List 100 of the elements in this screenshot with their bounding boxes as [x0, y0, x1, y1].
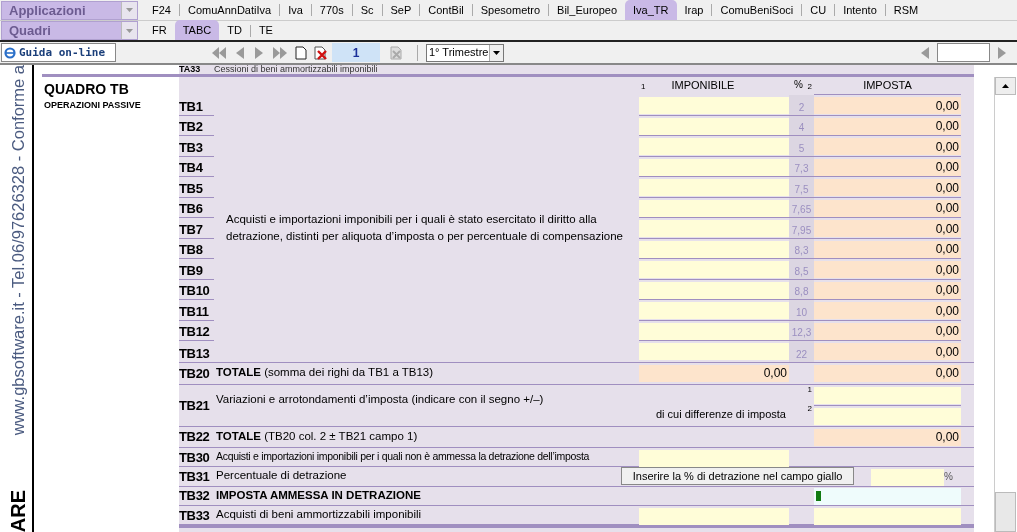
row-code: TB12: [179, 325, 210, 338]
input-field[interactable]: [639, 158, 789, 176]
input-field[interactable]: [639, 322, 789, 340]
tab[interactable]: ContBil: [420, 0, 472, 21]
period-dropdown[interactable]: 1° Trimestre: [426, 43, 505, 62]
rate-label: 10: [795, 305, 808, 320]
text-cursor: [816, 491, 821, 501]
input-field[interactable]: 0,00: [814, 179, 961, 196]
scroll-thumb[interactable]: [995, 492, 1016, 532]
row-code: TB5: [179, 181, 203, 195]
previous-page-icon[interactable]: [234, 45, 246, 60]
row-code: TB7: [179, 222, 203, 236]
tab[interactable]: F24: [144, 0, 179, 21]
row-description: Cessioni di beni ammortizzabili imponibili: [214, 65, 378, 74]
tab[interactable]: FR: [144, 20, 175, 41]
first-page-icon[interactable]: [211, 45, 227, 60]
row-code: TB31: [179, 469, 210, 484]
tab[interactable]: Bil_Europeo: [549, 0, 626, 21]
row-code: TB9: [179, 263, 203, 277]
rate-description: Acquisti e importazioni imponibili per i quali è stato esercitato il diritto alla detrazione, distinti per aliquota d’imposta o per percentuale di compensazione: [226, 212, 624, 245]
row-code: TB13: [179, 346, 210, 360]
rate-label: 12,3: [791, 326, 812, 340]
tab[interactable]: TABC: [174, 20, 220, 41]
tab[interactable]: Iva_TR: [625, 0, 677, 21]
input-field[interactable]: [639, 138, 789, 155]
input-field[interactable]: 0,00: [814, 199, 961, 217]
input-field[interactable]: [814, 487, 961, 505]
input-field[interactable]: 0,00: [814, 158, 961, 176]
input-field[interactable]: [639, 199, 789, 217]
field-number: 1: [807, 385, 812, 394]
vertical-contact-text: www.gbsoftware.it - Tel.06/97626328 - Conforme a: [7, 65, 28, 436]
row-code: TB32: [179, 489, 210, 502]
input-field[interactable]: [639, 449, 789, 467]
input-field[interactable]: [639, 507, 789, 525]
input-field[interactable]: 0,00: [814, 322, 961, 340]
row-code: TB30: [179, 450, 210, 464]
row-code: TB20: [179, 366, 210, 380]
row-description: TOTALE (TB20 col. 2 ± TB21 campo 1): [216, 428, 418, 444]
input-field[interactable]: [814, 507, 961, 525]
input-field[interactable]: [639, 343, 789, 360]
input-field[interactable]: 0,00: [814, 302, 961, 319]
scroll-right-icon[interactable]: [996, 45, 1008, 60]
input-field[interactable]: 0,00: [814, 138, 961, 155]
input-field[interactable]: [871, 468, 945, 486]
row-code: TB2: [179, 120, 203, 133]
input-field[interactable]: [639, 97, 789, 114]
tab[interactable]: Iva: [280, 0, 311, 21]
rate-label: 22: [795, 347, 808, 362]
tab[interactable]: TD: [219, 20, 250, 41]
input-field[interactable]: [639, 220, 789, 237]
input-field[interactable]: [639, 281, 789, 299]
input-field[interactable]: 0,00: [814, 343, 961, 360]
tab[interactable]: 770s: [311, 0, 352, 21]
input-field[interactable]: [814, 386, 961, 404]
tab[interactable]: Spesometro: [472, 0, 549, 21]
new-page-icon[interactable]: [295, 45, 307, 60]
tab[interactable]: ComuBeniSoci: [712, 0, 802, 21]
input-field[interactable]: [639, 240, 789, 258]
column-number: 2: [807, 81, 813, 93]
input-field[interactable]: 0,00: [814, 281, 961, 299]
input-field[interactable]: 0,00: [814, 261, 961, 278]
rate-label: 7,95: [791, 223, 812, 238]
delete-page-icon[interactable]: [314, 45, 328, 60]
row-code: TB22: [179, 430, 210, 443]
input-field[interactable]: [639, 302, 789, 319]
input-field[interactable]: [814, 407, 961, 425]
input-field[interactable]: 0,00: [814, 364, 961, 382]
row-code: TB33: [179, 508, 210, 522]
section-subtitle: OPERAZIONI PASSIVE: [44, 98, 142, 112]
unit-label: %: [944, 469, 954, 484]
scroll-up-button[interactable]: [995, 77, 1016, 95]
input-field[interactable]: 0,00: [814, 97, 961, 114]
input-field[interactable]: 0,00: [814, 428, 961, 446]
input-field[interactable]: [639, 261, 789, 278]
input-field[interactable]: [639, 179, 789, 196]
row-description: Percentuale di detrazione: [215, 468, 348, 484]
page-number-field[interactable]: 1: [332, 43, 380, 62]
tab[interactable]: CU: [802, 0, 835, 21]
row-code: TB8: [179, 243, 203, 256]
row-code: TB1: [179, 99, 203, 113]
input-field[interactable]: 0,00: [814, 117, 961, 135]
scroll-left-icon[interactable]: [919, 45, 931, 60]
tab[interactable]: ComuAnnDatiIva: [179, 0, 280, 21]
hint-button[interactable]: Inserire la % di detrazione nel campo giallo: [621, 467, 855, 485]
input-field[interactable]: [639, 117, 789, 135]
last-page-icon[interactable]: [272, 45, 288, 60]
tab[interactable]: TE: [250, 20, 281, 41]
help-button[interactable]: Guida on-line: [1, 43, 116, 62]
next-page-icon[interactable]: [253, 45, 265, 60]
input-field[interactable]: 0,00: [639, 364, 789, 382]
row-code: TB4: [179, 161, 203, 174]
input-field[interactable]: [937, 43, 990, 62]
input-field[interactable]: 0,00: [814, 220, 961, 237]
tab[interactable]: Sc: [352, 0, 382, 21]
input-field[interactable]: 0,00: [814, 240, 961, 258]
rate-label: 7,5: [794, 182, 809, 197]
tab[interactable]: SeP: [382, 0, 420, 21]
tab[interactable]: Intento: [835, 0, 885, 21]
tab[interactable]: RSM: [885, 0, 927, 21]
tab[interactable]: Irap: [676, 0, 712, 21]
